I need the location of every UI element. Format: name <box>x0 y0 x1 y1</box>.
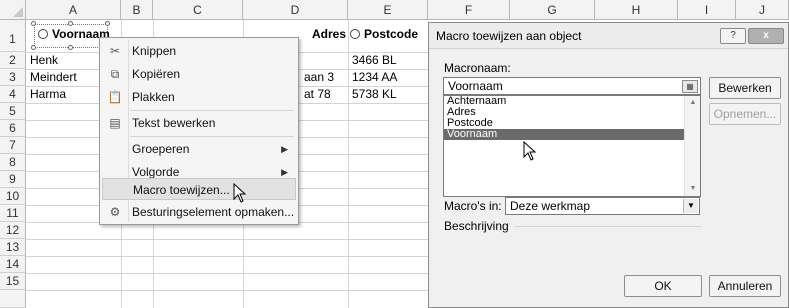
option-adres-label: Adres <box>312 27 347 41</box>
macro-list-item[interactable]: Achternaam <box>444 96 700 107</box>
column-header-b[interactable]: B <box>121 0 153 20</box>
macros-in-select[interactable]: Deze werkmap ▼ <box>505 197 700 215</box>
opnemen-button[interactable]: Opnemen... <box>709 103 781 125</box>
scissors-icon: ✂ <box>109 44 121 58</box>
close-button[interactable]: x <box>748 28 784 44</box>
row-header-9[interactable]: 9 <box>0 171 26 188</box>
row-header-7[interactable]: 7 <box>0 137 26 154</box>
chevron-down-icon[interactable]: ▼ <box>683 199 698 213</box>
menu-item-groeperen[interactable]: Groeperen ▶ <box>102 138 296 160</box>
submenu-arrow-icon: ▶ <box>281 144 288 154</box>
menu-item-kopieren[interactable]: ⧉ Kopiëren <box>102 63 296 85</box>
macronaam-input-value: Voornaam <box>448 79 503 93</box>
menu-item-label: Groeperen <box>132 142 190 156</box>
format-control-icon: ⚙ <box>109 205 121 219</box>
row-header-4[interactable]: 4 <box>0 86 26 103</box>
list-scrollbar[interactable]: ▲ ▼ <box>684 96 700 196</box>
paste-icon: 📋 <box>107 90 123 104</box>
radio-icon <box>38 29 48 39</box>
scroll-down-icon[interactable]: ▼ <box>685 182 700 196</box>
context-menu: ✂ Knippen ⧉ Kopiëren 📋 Plakken ▤ Tekst b… <box>99 37 299 225</box>
copy-icon: ⧉ <box>110 67 120 81</box>
row-header-15[interactable]: 15 <box>0 273 26 290</box>
option-adres[interactable]: Adres <box>312 27 346 41</box>
radio-icon <box>350 29 360 39</box>
menu-item-label: Knippen <box>132 44 177 58</box>
menu-item-tekst-bewerken[interactable]: ▤ Tekst bewerken <box>102 112 296 134</box>
column-header-i[interactable]: I <box>678 0 736 20</box>
option-postcode-label: Postcode <box>364 27 419 41</box>
menu-item-label: Besturingselement opmaken... <box>132 205 295 219</box>
cell-d4[interactable]: at 78 <box>300 87 348 103</box>
ok-button-label: OK <box>654 279 672 293</box>
menu-item-besturingselement-opmaken[interactable]: ⚙ Besturingselement opmaken... <box>102 201 296 223</box>
bewerken-button[interactable]: Bewerken <box>709 77 781 99</box>
annuleren-button[interactable]: Annuleren <box>709 275 781 297</box>
cell-e4[interactable]: 5738 KL <box>348 87 428 103</box>
menu-item-label: Plakken <box>132 90 175 104</box>
resize-handle-top[interactable] <box>68 21 73 26</box>
macros-in-label: Macro's in: <box>444 199 502 213</box>
resize-handle-bottom-left[interactable] <box>31 45 36 50</box>
cell-e2[interactable]: 3466 BL <box>348 53 428 69</box>
bewerken-button-label: Bewerken <box>718 81 772 95</box>
row-header-2[interactable]: 2 <box>0 52 26 69</box>
row-header-3[interactable]: 3 <box>0 69 26 86</box>
column-header-h[interactable]: H <box>595 0 678 20</box>
beschrijving-label: Beschrijving <box>444 219 509 233</box>
ok-button[interactable]: OK <box>624 275 702 297</box>
help-button[interactable]: ? <box>720 28 746 44</box>
mouse-cursor-icon <box>233 183 247 203</box>
resize-handle-top-right[interactable] <box>105 21 110 26</box>
row-header-14[interactable]: 14 <box>0 256 26 273</box>
annuleren-button-label: Annuleren <box>717 279 773 293</box>
row-header-13[interactable]: 13 <box>0 239 26 256</box>
cell-a4[interactable]: Harma <box>26 87 98 103</box>
scroll-up-icon[interactable]: ▲ <box>685 96 700 110</box>
macronaam-label: Macronaam: <box>444 61 511 75</box>
row-header-1[interactable]: 1 <box>0 20 26 52</box>
column-header-g[interactable]: G <box>510 0 595 20</box>
macronaam-input[interactable]: Voornaam ▦ <box>443 77 701 95</box>
resize-handle-top-left[interactable] <box>31 21 36 26</box>
range-picker-icon[interactable]: ▦ <box>682 80 698 93</box>
option-postcode[interactable]: Postcode <box>350 27 418 41</box>
row-header-10[interactable]: 10 <box>0 188 26 205</box>
cell-e3[interactable]: 1234 AA <box>348 70 428 86</box>
menu-item-knippen[interactable]: ✂ Knippen <box>102 40 296 62</box>
column-header-f[interactable]: F <box>428 0 510 20</box>
row-header-5[interactable]: 5 <box>0 103 26 120</box>
menu-item-label: Macro toewijzen... <box>133 183 230 197</box>
macro-listbox[interactable]: Achternaam Adres Postcode Voornaam ▲ ▼ <box>443 95 701 197</box>
cell-a2[interactable]: Henk <box>26 53 98 69</box>
row-header-11[interactable]: 11 <box>0 205 26 222</box>
column-header-j[interactable]: J <box>736 0 789 20</box>
cell-a3[interactable]: Meindert <box>26 70 98 86</box>
menu-item-macro-toewijzen[interactable]: Macro toewijzen... <box>102 178 296 200</box>
macro-assign-dialog: Macro toewijzen aan object ? x Macronaam… <box>428 22 789 308</box>
row-header-16[interactable] <box>0 290 26 308</box>
beschrijving-group-line <box>515 226 701 227</box>
opnemen-button-label: Opnemen... <box>713 107 777 121</box>
resize-handle-bottom[interactable] <box>68 45 73 50</box>
menu-item-label: Tekst bewerken <box>132 116 216 130</box>
mouse-cursor-icon <box>523 141 537 161</box>
row-header-8[interactable]: 8 <box>0 154 26 171</box>
menu-item-label: Kopiëren <box>132 67 181 81</box>
menu-item-plakken[interactable]: 📋 Plakken <box>102 86 296 108</box>
macro-list-item-selected[interactable]: Voornaam <box>444 129 684 140</box>
select-all-corner[interactable] <box>0 0 26 20</box>
cell-d3[interactable]: aan 3 <box>300 70 348 86</box>
column-header-c[interactable]: C <box>153 0 243 20</box>
column-header-d[interactable]: D <box>243 0 348 20</box>
edit-text-icon: ▤ <box>109 116 121 130</box>
row-header-12[interactable]: 12 <box>0 222 26 239</box>
column-header-a[interactable]: A <box>26 0 121 20</box>
row-header-6[interactable]: 6 <box>0 120 26 137</box>
column-header-e[interactable]: E <box>348 0 428 20</box>
macros-in-value: Deze werkmap <box>510 199 591 213</box>
